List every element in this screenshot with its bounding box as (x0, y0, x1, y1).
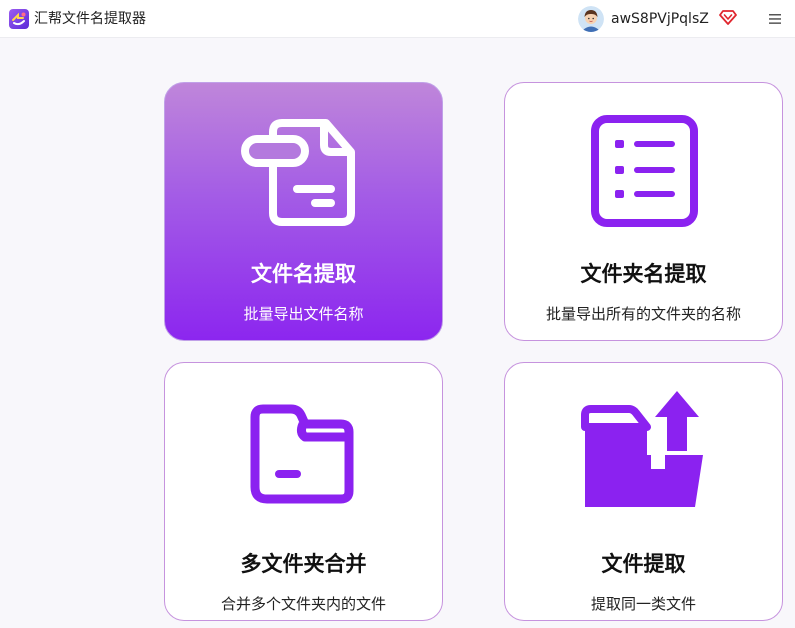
card-description: 批量导出文件名称 (243, 305, 364, 323)
card-description: 提取同一类文件 (590, 595, 696, 613)
file-document-icon (241, 119, 355, 226)
username: awS8PVjPqlsZ (611, 11, 709, 27)
card-file-extract[interactable]: 文件提取 提取同一类文件 (504, 362, 783, 621)
card-description: 批量导出所有的文件夹的名称 (545, 305, 741, 323)
card-file-name-extract[interactable]: 文件名提取 批量导出文件名称 (164, 82, 443, 341)
card-multi-folder-merge[interactable]: 多文件夹合并 合并多个文件夹内的文件 (164, 362, 443, 621)
card-description: 合并多个文件夹内的文件 (220, 595, 386, 613)
card-title: 文件名提取 (251, 262, 356, 286)
card-folder-name-extract[interactable]: 文件夹名提取 批量导出所有的文件夹的名称 (504, 82, 783, 341)
folder-upload-icon (581, 391, 703, 507)
avatar[interactable] (578, 6, 604, 32)
app-title: 汇帮文件名提取器 (34, 11, 146, 27)
vip-diamond-icon[interactable] (719, 8, 737, 26)
hamburger-menu-icon[interactable] (768, 12, 782, 26)
folder-icon (250, 404, 354, 504)
card-title: 文件夹名提取 (580, 262, 707, 286)
title-bar: 汇帮文件名提取器 awS8PVjPqlsZ (0, 0, 795, 38)
card-title: 多文件夹合并 (240, 552, 367, 576)
app-logo-icon (9, 9, 29, 29)
list-icon (591, 115, 698, 227)
card-title: 文件提取 (601, 552, 686, 576)
